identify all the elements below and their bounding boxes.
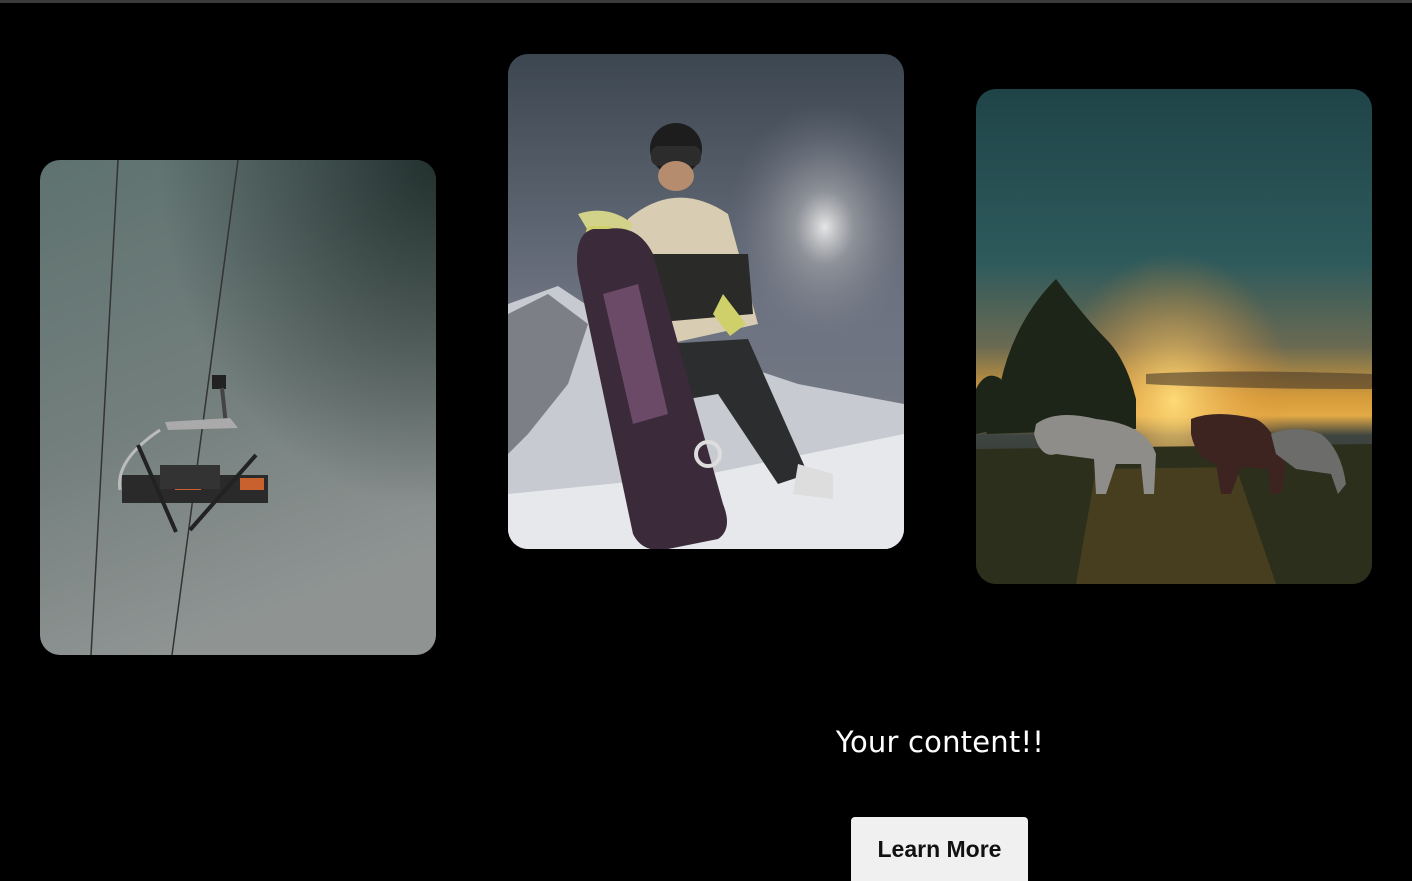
gallery-card-horses[interactable]: [976, 89, 1372, 584]
gallery-card-chairlift[interactable]: [40, 160, 436, 655]
learn-more-button[interactable]: Learn More: [851, 817, 1028, 881]
snowboarder-image: [508, 54, 904, 549]
content-heading: Your content!!: [835, 725, 1045, 759]
gallery-card-snowboarder[interactable]: [508, 54, 904, 549]
horses-sunset-image: [976, 89, 1372, 584]
window-top-border: [0, 0, 1412, 3]
chairlift-image: [40, 160, 436, 655]
